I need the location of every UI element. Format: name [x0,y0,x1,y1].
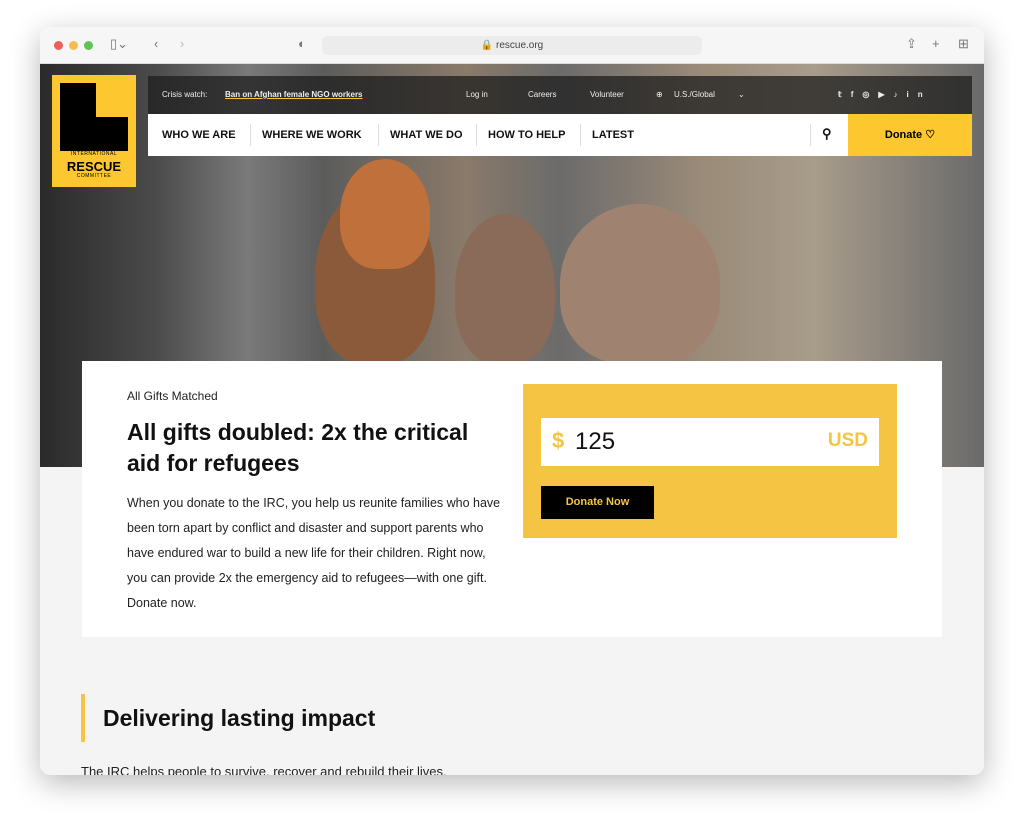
donation-form: $ 125 USD Donate Now [523,384,897,538]
chevron-down-icon[interactable]: ⌄ [738,90,745,99]
nav-where-we-work[interactable]: WHERE WE WORK [262,129,362,141]
currency-symbol: $ [552,428,565,453]
back-icon[interactable]: ‹ [154,36,158,51]
nav-what-we-do[interactable]: WHAT WE DO [390,129,463,141]
donate-label: Donate [884,129,923,141]
minimize-window-button[interactable] [69,41,78,50]
shield-icon[interactable]: ◐ [298,36,306,51]
hero-person [455,214,555,364]
donate-now-button[interactable]: Donate Now [541,486,654,519]
nav-latest[interactable]: LATEST [592,129,634,141]
search-icon[interactable]: ⚲ [822,126,832,142]
share-icon[interactable]: ⇪ [906,36,917,52]
address-bar[interactable]: 🔒 rescue.org [322,36,702,55]
browser-window: ▯⌄ ‹ › ◐ 🔒 rescue.org ⇪ + ⊞ INTERNATIONA… [40,27,984,775]
donation-card: All Gifts Matched All gifts doubled: 2x … [82,361,942,637]
irc-logo[interactable]: INTERNATIONAL RESCUE COMMITTEE [52,75,136,187]
hero-person [340,159,430,269]
hero-person [560,204,720,364]
logo-text: RESCUE [66,159,122,174]
eyebrow: All Gifts Matched [127,389,218,403]
volunteer-link[interactable]: Volunteer [590,90,624,99]
url-text: rescue.org [495,40,544,51]
currency-code: USD [827,430,868,451]
sidebar-icon[interactable]: ▯⌄ [110,36,128,52]
heart-icon: ♡ [925,129,936,141]
card-title: All gifts doubled: 2x the critical aid f… [127,419,469,476]
amount-value: 125 [575,428,616,455]
nav-who-we-are[interactable]: WHO WE ARE [162,129,236,141]
crisis-link[interactable]: Ban on Afghan female NGO workers [225,90,363,99]
globe-icon: ⊕ [656,90,663,99]
social-icons[interactable]: 𝕥f◎▶♪in [838,90,932,99]
card-body: When you donate to the IRC, you help us … [127,496,501,610]
careers-link[interactable]: Careers [528,90,556,99]
forward-icon[interactable]: › [180,36,184,51]
section-subtitle: The IRC helps people to survive, recover… [81,764,447,775]
nav-how-to-help[interactable]: HOW TO HELP [488,129,565,141]
main-nav: WHO WE ARE WHERE WE WORK WHAT WE DO HOW … [148,114,848,156]
login-link[interactable]: Log in [466,90,488,99]
donate-button[interactable]: Donate ♡ [848,114,972,156]
new-tab-icon[interactable]: + [932,36,940,51]
close-window-button[interactable] [54,41,63,50]
maximize-window-button[interactable] [84,41,93,50]
section-title: Delivering lasting impact [81,694,375,742]
region-selector[interactable]: U.S./Global [674,90,715,99]
crisis-label: Crisis watch: [162,90,208,99]
amount-input[interactable]: $ 125 USD [541,418,879,466]
logo-text: INTERNATIONAL [70,151,118,157]
tab-overview-icon[interactable]: ⊞ [958,36,969,52]
utility-bar: Crisis watch: Ban on Afghan female NGO w… [148,76,972,114]
browser-toolbar: ▯⌄ ‹ › ◐ 🔒 rescue.org ⇪ + ⊞ [40,27,984,64]
